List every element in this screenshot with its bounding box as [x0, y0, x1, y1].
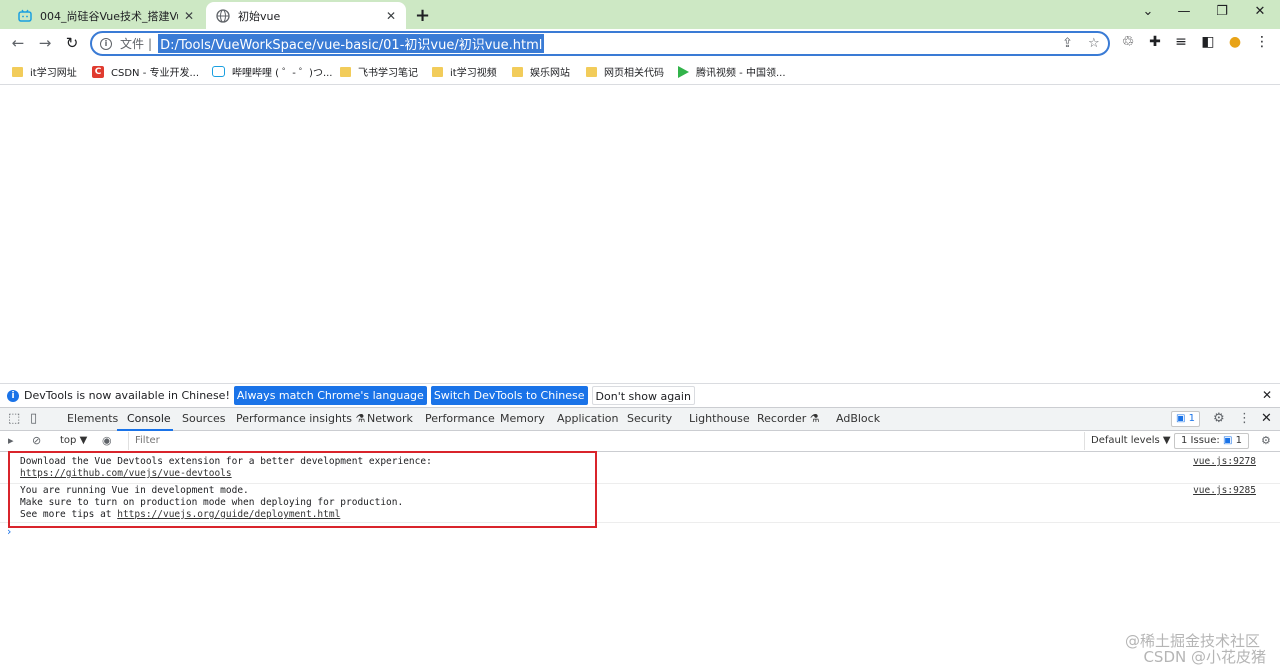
- side-panel-icon[interactable]: ◧: [1199, 34, 1217, 50]
- bilibili-icon: [212, 66, 225, 77]
- folder-icon: [586, 66, 597, 77]
- log-levels-dropdown[interactable]: Default levels ▼: [1091, 435, 1171, 446]
- tab-recorder[interactable]: Recorder ⚗: [757, 412, 820, 425]
- eye-icon[interactable]: ◉: [102, 434, 112, 447]
- more-vertical-icon[interactable]: ⋮: [1253, 34, 1271, 50]
- address-bar[interactable]: i 文件 | D:/Tools/VueWorkSpace/vue-basic/0…: [90, 31, 1110, 56]
- bookmark-item[interactable]: 网页相关代码: [586, 64, 664, 79]
- avatar[interactable]: ●: [1226, 34, 1244, 50]
- csdn-icon: C: [92, 65, 104, 78]
- bookmark-item[interactable]: C CSDN - 专业开发...: [92, 64, 199, 79]
- globe-icon: [216, 8, 230, 23]
- bookmark-item[interactable]: it学习网址: [12, 64, 77, 79]
- reload-icon[interactable]: ↻: [62, 34, 82, 52]
- forward-arrow-icon[interactable]: →: [35, 34, 55, 52]
- folder-icon: [432, 66, 443, 77]
- gear-icon[interactable]: ⚙: [1213, 411, 1225, 426]
- source-link[interactable]: vue.js:9285: [1193, 485, 1256, 497]
- bookmark-item[interactable]: 哔哩哔哩 ( ゜- ゜)つ...: [212, 64, 332, 79]
- clear-console-icon[interactable]: ⊘: [32, 434, 41, 447]
- annotation-highlight-box: [8, 451, 597, 528]
- dont-show-again-button[interactable]: Don't show again: [591, 386, 695, 405]
- tab-strip: 004_尚硅谷Vue技术_搭建Vue开 ✕ 初始vue ✕ + ⌄ — ❐ ✕: [0, 0, 1280, 29]
- info-icon[interactable]: i: [100, 37, 112, 50]
- close-icon[interactable]: ✕: [386, 9, 396, 23]
- tab-elements[interactable]: Elements: [67, 412, 118, 425]
- folder-icon: [340, 66, 351, 77]
- maximize-icon[interactable]: ❐: [1212, 4, 1232, 19]
- tab-title: 初始vue: [238, 9, 281, 23]
- close-icon[interactable]: ✕: [184, 9, 194, 23]
- bookmark-item[interactable]: it学习视频: [432, 64, 497, 79]
- bookmarks-bar: it学习网址 C CSDN - 专业开发... 哔哩哔哩 ( ゜- ゜)つ... …: [0, 59, 1280, 85]
- tab-title: 004_尚硅谷Vue技术_搭建Vue开: [40, 9, 178, 23]
- tab-current-page[interactable]: 初始vue ✕: [206, 2, 406, 29]
- notice-message: DevTools is now available in Chinese!: [24, 389, 230, 402]
- tab-vue-tutorial[interactable]: 004_尚硅谷Vue技术_搭建Vue开 ✕: [8, 2, 204, 29]
- inspect-element-icon[interactable]: ⬚: [8, 411, 20, 426]
- bookmark-item[interactable]: 娱乐网站: [512, 64, 570, 79]
- source-link[interactable]: vue.js:9278: [1193, 456, 1256, 468]
- tab-network[interactable]: Network: [367, 412, 413, 425]
- folder-icon: [512, 66, 523, 77]
- always-match-language-button[interactable]: Always match Chrome's language: [233, 386, 427, 405]
- address-url[interactable]: D:/Tools/VueWorkSpace/vue-basic/01-初识vue…: [158, 34, 545, 53]
- filter-input[interactable]: [128, 432, 1085, 450]
- devtools-language-notice: i DevTools is now available in Chinese! …: [0, 383, 1280, 407]
- message-icon: ▣: [1222, 435, 1233, 446]
- folder-icon: [12, 66, 23, 77]
- bookmark-item[interactable]: 腾讯视频 - 中国领...: [678, 64, 786, 79]
- address-separator: |: [148, 36, 153, 51]
- tab-memory[interactable]: Memory: [500, 412, 545, 425]
- new-tab-button[interactable]: +: [415, 5, 430, 26]
- recycle-icon[interactable]: ♲: [1119, 34, 1137, 50]
- chevron-down-icon[interactable]: ⌄: [1138, 4, 1158, 19]
- info-icon: i: [7, 389, 19, 402]
- message-count-badge[interactable]: ▣ 1: [1171, 411, 1201, 427]
- device-toolbar-icon[interactable]: ▯: [30, 411, 37, 426]
- reading-list-icon[interactable]: ≡: [1172, 34, 1190, 50]
- console-toolbar: ▸ ⊘ top ▼ ◉ Default levels ▼ 1 Issue: ▣ …: [0, 431, 1280, 452]
- more-vertical-icon[interactable]: ⋮: [1238, 411, 1251, 426]
- tab-performance-insights[interactable]: Performance insights ⚗: [236, 412, 365, 425]
- puzzle-icon[interactable]: ✚: [1146, 34, 1164, 50]
- share-icon[interactable]: ⇪: [1062, 36, 1073, 51]
- gear-icon[interactable]: ⚙: [1261, 434, 1271, 447]
- flask-icon: ⚗: [809, 412, 820, 425]
- issues-button[interactable]: 1 Issue: ▣ 1: [1174, 433, 1249, 449]
- star-icon[interactable]: ☆: [1088, 36, 1100, 51]
- address-scheme: 文件: [120, 37, 145, 51]
- tab-lighthouse[interactable]: Lighthouse: [689, 412, 750, 425]
- tab-performance[interactable]: Performance: [425, 412, 495, 425]
- tab-console[interactable]: Console: [127, 412, 171, 425]
- tab-sources[interactable]: Sources: [182, 412, 226, 425]
- switch-to-chinese-button[interactable]: Switch DevTools to Chinese: [430, 386, 588, 405]
- context-selector[interactable]: top ▼: [60, 435, 87, 446]
- tab-application[interactable]: Application: [557, 412, 618, 425]
- flask-icon: ⚗: [355, 412, 366, 425]
- browser-toolbar: ← → ↻ i 文件 | D:/Tools/VueWorkSpace/vue-b…: [0, 29, 1280, 59]
- close-icon[interactable]: ✕: [1262, 388, 1272, 402]
- close-devtools-icon[interactable]: ✕: [1261, 411, 1272, 426]
- tab-security[interactable]: Security: [627, 412, 672, 425]
- bookmark-item[interactable]: 飞书学习笔记: [340, 64, 418, 79]
- sidebar-toggle-icon[interactable]: ▸: [8, 434, 14, 447]
- watermark-csdn: CSDN @小花皮猪: [1143, 648, 1266, 666]
- devtools-tab-bar: ⬚ ▯ Elements Console Sources Performance…: [0, 407, 1280, 431]
- minimize-icon[interactable]: —: [1174, 4, 1194, 19]
- bilibili-icon: [18, 9, 32, 22]
- close-window-icon[interactable]: ✕: [1250, 4, 1270, 19]
- tencent-video-icon: [678, 65, 689, 78]
- tab-adblock[interactable]: AdBlock: [836, 412, 880, 425]
- back-arrow-icon[interactable]: ←: [8, 34, 28, 52]
- console-prompt-icon[interactable]: ›: [7, 525, 11, 538]
